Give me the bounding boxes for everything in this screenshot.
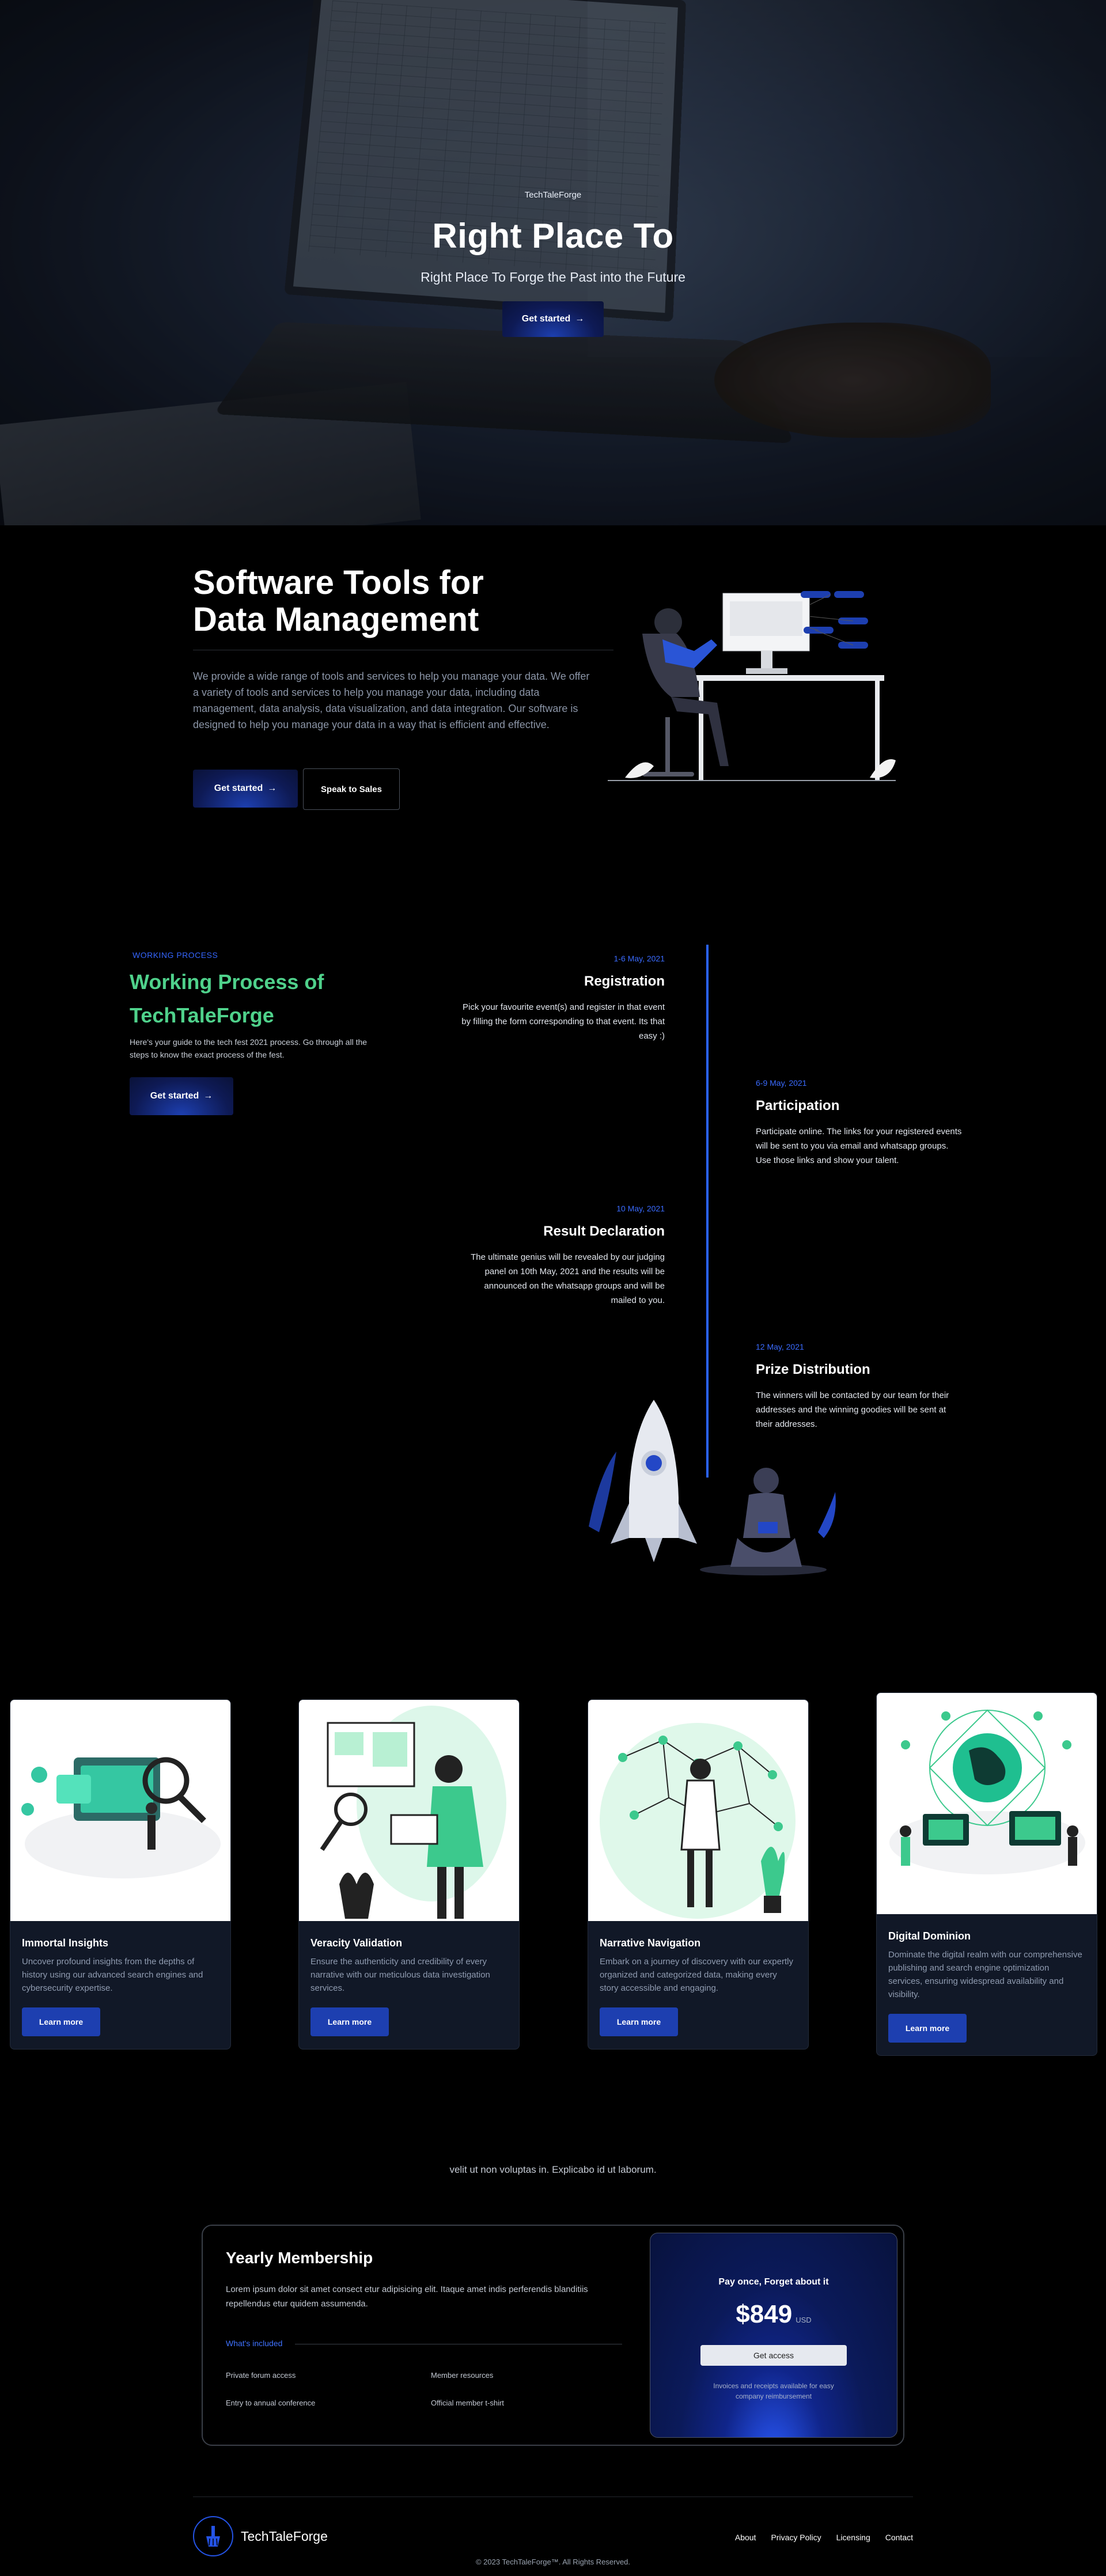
price-note: Invoices and receipts available for easy… (713, 2382, 834, 2400)
process-get-started-button[interactable]: Get started → (130, 1077, 233, 1115)
hero-title: Right Place To (432, 217, 674, 255)
get-access-button[interactable]: Get access (700, 2345, 847, 2366)
tools-title-line1: Software Tools for (193, 564, 484, 601)
hero-cta-label: Get started (521, 314, 571, 324)
timeline-item: 6-9 May, 2021 Participation Participate … (756, 1078, 963, 1168)
membership-feature: Member resources (431, 2371, 494, 2380)
footer-link-contact[interactable]: Contact (885, 2533, 913, 2542)
tools-get-started-label: Get started (214, 783, 263, 793)
speak-to-sales-label: Speak to Sales (321, 784, 382, 794)
rocket-launch-illustration (589, 1400, 836, 1575)
hero-subtitle: Right Place To Forge the Past into the F… (421, 270, 685, 285)
membership-feature: Entry to annual conference (226, 2399, 316, 2407)
timeline-heading: Participation (756, 1098, 840, 1113)
wp-title-line2: TechTaleForge (130, 1003, 274, 1027)
timeline-date: 12 May, 2021 (756, 1342, 804, 1351)
price-currency: USD (796, 2316, 812, 2324)
footer-nav: About Privacy Policy Licensing Contact (735, 2533, 913, 2542)
footer-copyright: © 2023 TechTaleForge™. All Rights Reserv… (475, 2558, 631, 2566)
desk-developer-illustration (608, 591, 896, 781)
tagline-text: velit ut non voluptas in. Explicabo id u… (449, 2164, 657, 2175)
card-body: Embark on a journey of discovery with ou… (600, 1957, 793, 1993)
learn-more-button[interactable]: Learn more (888, 2014, 967, 2043)
membership-description: Lorem ipsum dolor sit amet consect etur … (226, 2285, 588, 2309)
service-card: Veracity Validation Ensure the authentic… (298, 1699, 520, 2050)
membership-title: Yearly Membership (226, 2249, 373, 2267)
service-card: Digital Dominion Dominate the digital re… (876, 1692, 1097, 2056)
tools-get-started-button[interactable]: Get started → (193, 770, 298, 808)
hero-section: TechTaleForge Right Place To Right Place… (0, 0, 1106, 525)
timeline-body: Pick your favourite event(s) and registe… (461, 1002, 665, 1041)
footer-link-about[interactable]: About (735, 2533, 756, 2542)
footer-brand[interactable]: TechTaleForge (241, 2529, 328, 2544)
price-amount: $849 USD (650, 2300, 897, 2329)
timeline-body: The ultimate genius will be revealed by … (471, 1252, 665, 1305)
card-body: Dominate the digital realm with our comp… (888, 1950, 1082, 1999)
membership-feature: Private forum access (226, 2371, 296, 2380)
card-title: Veracity Validation (310, 1937, 403, 1949)
arrow-right-icon: → (267, 783, 277, 793)
arrow-right-icon: → (203, 1091, 213, 1101)
working-process-description: Here's your guide to the tech fest 2021 … (130, 1037, 368, 1059)
brand-logo-icon[interactable] (193, 2516, 233, 2556)
hero-content: TechTaleForge Right Place To Right Place… (0, 190, 1106, 337)
card-body: Uncover profound insights from the depth… (22, 1957, 203, 1993)
card-illustration (877, 1693, 1097, 1914)
tools-title: Software Tools for Data Management (193, 565, 484, 638)
card-illustration (299, 1700, 519, 1921)
price-panel: Pay once, Forget about it $849 USD Get ac… (650, 2233, 897, 2438)
whats-included-label: What's included (226, 2339, 283, 2348)
service-card: Immortal Insights Uncover profound insig… (10, 1699, 231, 2050)
working-process-title: Working Process of TechTaleForge (130, 965, 324, 1032)
wp-title-line1: Working Process of (130, 970, 324, 994)
timeline-body: Participate online. The links for your r… (756, 1127, 962, 1165)
timeline-heading: Result Declaration (543, 1223, 665, 1239)
tools-description: We provide a wide range of tools and ser… (193, 670, 590, 730)
timeline-heading: Registration (584, 973, 665, 989)
learn-more-button[interactable]: Learn more (310, 2007, 389, 2036)
footer-link-licensing[interactable]: Licensing (836, 2533, 870, 2542)
card-title: Narrative Navigation (600, 1937, 701, 1949)
price-value: $849 (736, 2300, 793, 2328)
timeline-date: 1-6 May, 2021 (613, 954, 665, 963)
timeline-item: 1-6 May, 2021 Registration Pick your fav… (457, 954, 665, 1043)
speak-to-sales-button[interactable]: Speak to Sales (303, 768, 400, 810)
card-illustration (588, 1700, 808, 1921)
card-illustration (10, 1700, 230, 1921)
timeline-date: 10 May, 2021 (616, 1204, 665, 1213)
hero-brand: TechTaleForge (524, 190, 582, 200)
price-heading: Pay once, Forget about it (718, 2277, 829, 2287)
card-title: Immortal Insights (22, 1937, 109, 1949)
process-get-started-label: Get started (150, 1091, 199, 1101)
timeline-heading: Prize Distribution (756, 1362, 870, 1377)
service-card: Narrative Navigation Embark on a journey… (588, 1699, 809, 2050)
card-title: Digital Dominion (888, 1930, 971, 1942)
footer-link-privacy[interactable]: Privacy Policy (771, 2533, 821, 2542)
hero-get-started-button[interactable]: Get started → (502, 301, 604, 337)
timeline-date: 6-9 May, 2021 (756, 1078, 807, 1088)
membership-feature: Official member t-shirt (431, 2399, 504, 2407)
timeline-item: 10 May, 2021 Result Declaration The ulti… (457, 1204, 665, 1308)
card-body: Ensure the authenticity and credibility … (310, 1957, 490, 1993)
learn-more-button[interactable]: Learn more (22, 2007, 100, 2036)
learn-more-button[interactable]: Learn more (600, 2007, 678, 2036)
membership-card: Yearly Membership Lorem ipsum dolor sit … (202, 2225, 904, 2446)
arrow-right-icon: → (575, 314, 585, 324)
working-process-tag: WORKING PROCESS (132, 950, 218, 960)
tools-title-line2: Data Management (193, 601, 479, 638)
